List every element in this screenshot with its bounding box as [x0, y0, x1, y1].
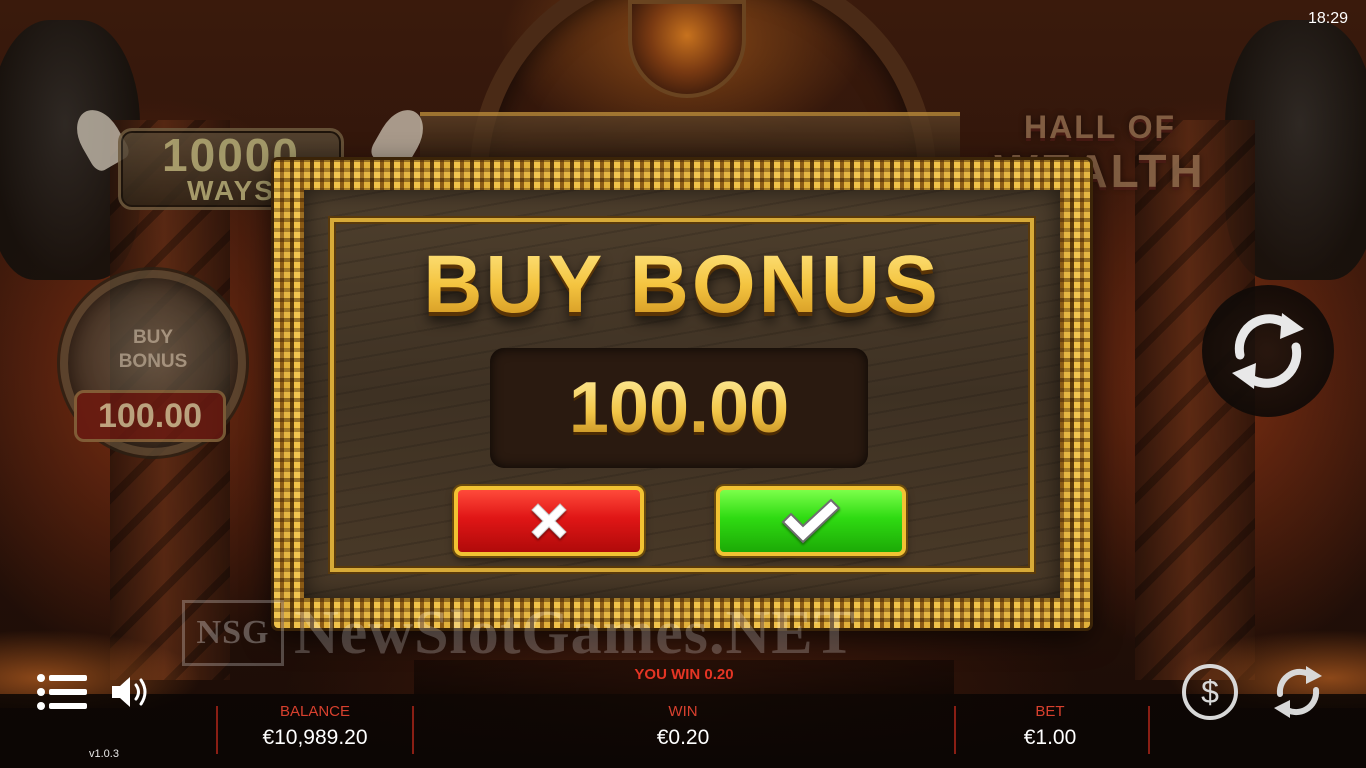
- watermark: NSG NewSlotGames.NET: [182, 598, 1182, 668]
- balance-value: €10,989.20: [262, 726, 368, 749]
- bet-settings-button[interactable]: $: [1180, 662, 1240, 727]
- modal-price-box: 100.00: [490, 348, 868, 468]
- sound-button[interactable]: [108, 672, 156, 717]
- buy-bonus-modal: BUY BONUS 100.00: [274, 160, 1090, 628]
- win-display: WIN €0.20: [583, 703, 783, 755]
- buy-bonus-side-label-line1: BUY: [132, 327, 174, 348]
- win-banner: YOU WIN 0.20: [414, 660, 954, 694]
- menu-button[interactable]: [36, 672, 90, 717]
- clock: 18:29: [1307, 10, 1348, 27]
- autoplay-button[interactable]: [1266, 660, 1330, 729]
- version-label: v1.0.3: [89, 748, 119, 760]
- menu-icon: [37, 674, 87, 710]
- buy-bonus-side-label-line2: BONUS: [118, 351, 188, 372]
- balance-display: BALANCE €10,989.20: [220, 703, 410, 755]
- bet-label: BET: [1035, 703, 1065, 720]
- win-value: €0.20: [656, 726, 710, 749]
- watermark-logo: NSG: [182, 600, 284, 666]
- spin-icon: [1232, 313, 1304, 389]
- divider: [954, 706, 956, 754]
- svg-text:$: $: [1201, 674, 1219, 710]
- modal-title: BUY BONUS: [274, 238, 1090, 332]
- divider: [216, 706, 218, 754]
- watermark-text: NewSlotGames.NET: [294, 598, 856, 667]
- spin-button[interactable]: [1202, 285, 1334, 417]
- coin-icon: $: [1182, 664, 1238, 720]
- bet-value: €1.00: [1023, 726, 1077, 749]
- buy-bonus-side-button[interactable]: BUY BONUS 100.00: [60, 270, 246, 456]
- game-logo-line1: HALL OF: [1023, 109, 1177, 145]
- divider: [1148, 706, 1150, 754]
- check-icon: [781, 498, 841, 544]
- buy-bonus-side-label: BUY BONUS: [68, 326, 238, 374]
- buy-bonus-side-price: 100.00: [74, 390, 226, 442]
- confirm-button[interactable]: [716, 486, 906, 556]
- sound-icon: [112, 677, 147, 707]
- autoplay-icon: [1274, 666, 1322, 718]
- bet-display: BET €1.00: [960, 703, 1140, 755]
- divider: [412, 706, 414, 754]
- ways-word: WAYS: [187, 175, 275, 206]
- balance-label: BALANCE: [279, 703, 351, 720]
- win-label: WIN: [668, 703, 698, 720]
- cancel-button[interactable]: [454, 486, 644, 556]
- modal-price: 100.00: [568, 368, 790, 448]
- x-icon: [531, 503, 567, 539]
